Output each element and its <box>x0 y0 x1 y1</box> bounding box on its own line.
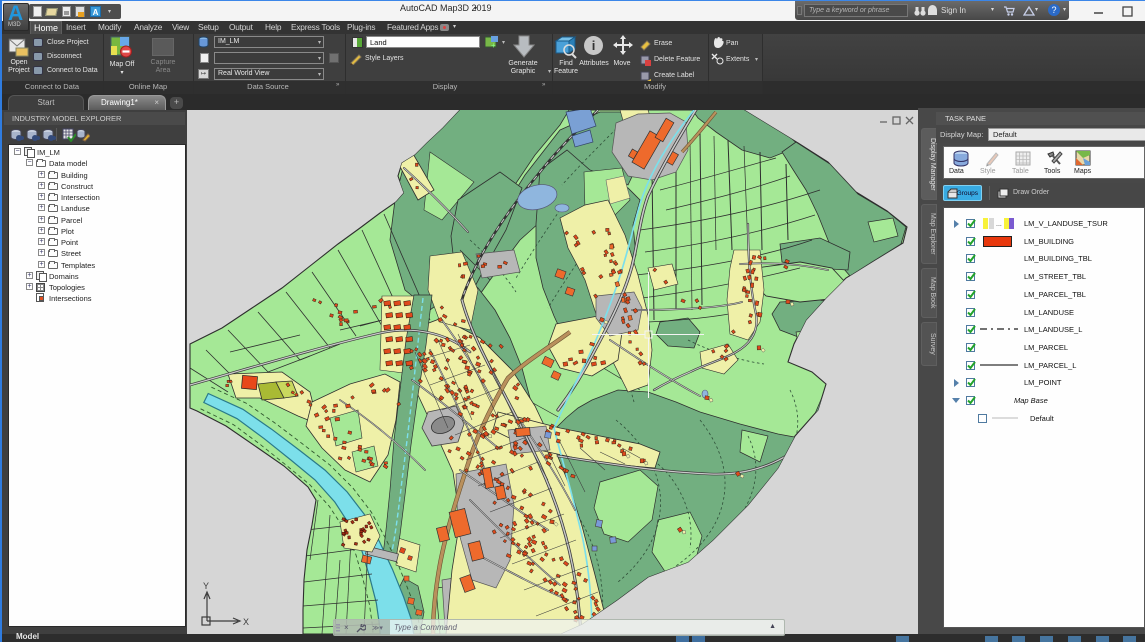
svg-text:Y: Y <box>203 581 209 591</box>
svg-text:+: + <box>491 41 496 49</box>
svg-text:X: X <box>243 617 249 627</box>
